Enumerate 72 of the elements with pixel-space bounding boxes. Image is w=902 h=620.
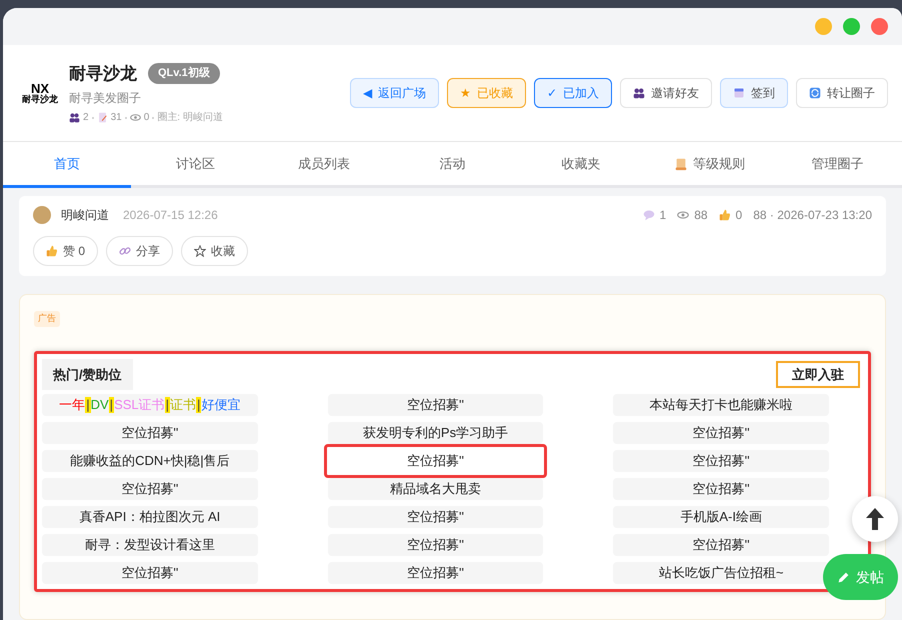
like-count: 0 (736, 207, 742, 224)
tab[interactable]: 成员列表 (260, 142, 388, 188)
sponsor-link[interactable]: 手机版A-I绘画 (613, 506, 829, 528)
refresh-icon (809, 87, 821, 99)
close-button[interactable] (871, 18, 888, 35)
sponsor-link[interactable]: 空位招募'' (613, 534, 829, 556)
tab[interactable]: 收藏夹 (516, 142, 646, 188)
header-button[interactable]: ✓ 已加入 (534, 78, 612, 108)
post-action-button[interactable]: 分享 (106, 236, 174, 266)
people-icon (633, 87, 645, 99)
post-action-button[interactable]: 赞 0 (33, 236, 98, 266)
join-button[interactable]: 立即入驻 (776, 360, 860, 388)
tab[interactable]: 活动 (388, 142, 517, 188)
header-button[interactable]: 签到 (720, 78, 788, 108)
pencil-icon (837, 570, 850, 584)
ad-tag: 广告 (34, 311, 60, 326)
tab[interactable]: 管理圈子 (774, 142, 902, 188)
sponsor-link[interactable]: 空位招募'' (328, 506, 544, 528)
circle-logo: NX 耐寻沙龙 (21, 82, 59, 104)
header-button[interactable]: 转让圈子 (796, 78, 888, 108)
tab[interactable]: 等级规则 (645, 142, 774, 188)
document-icon (96, 112, 108, 124)
sponsor-link[interactable]: 空位招募'' (613, 422, 829, 444)
sponsor-link[interactable]: 空位招募'' (42, 422, 258, 444)
view-count: 88 (694, 207, 708, 224)
header-button[interactable]: 邀请好友 (620, 78, 712, 108)
sponsor-link[interactable]: 空位招募'' (613, 450, 829, 472)
sponsor-link[interactable]: 空位招募'' (613, 478, 829, 500)
stat-count: 31 (110, 111, 122, 126)
up-arrow-icon (866, 508, 884, 530)
sponsor-link[interactable]: 空位招募'' (324, 444, 548, 478)
sponsor-link[interactable]: 空位招募'' (42, 562, 258, 584)
eye-icon (677, 209, 690, 221)
sponsor-link[interactable]: 空位招募'' (328, 534, 544, 556)
sponsor-link[interactable]: 精品域名大甩卖 (328, 478, 544, 500)
post-action-button[interactable]: 收藏 (181, 236, 248, 266)
sponsor-link[interactable]: 站长吃饭广告位招租~ (613, 562, 829, 584)
header-button[interactable]: ◀ 返回广场 (350, 78, 439, 108)
sponsor-link[interactable]: 获发明专利的Ps学习助手 (328, 422, 544, 444)
sponsor-link[interactable]: 空位招募'' (42, 478, 258, 500)
owner-label: 圈主: 明峻问道 (157, 110, 223, 126)
link-icon (119, 245, 132, 257)
stat-count: 0 (144, 111, 150, 126)
circle-name: 耐寻沙龙 (69, 62, 137, 85)
tab[interactable]: 首页 (3, 142, 132, 188)
avatar (33, 206, 51, 224)
sponsor-title: 热门/赞助位 (42, 358, 133, 390)
sponsor-link[interactable]: 空位招募'' (328, 394, 544, 416)
level-badge: QLv.1初级 (148, 63, 220, 84)
circle-subtitle: 耐寻美发圈子 (69, 90, 142, 108)
stat-count: 2 (83, 111, 89, 126)
tab[interactable]: 讨论区 (131, 142, 260, 188)
sponsor-link[interactable]: 本站每天打卡也能赚米啦 (613, 394, 829, 416)
thumbs-up-icon (46, 245, 58, 257)
star-icon (194, 245, 206, 257)
sponsor-link[interactable]: 空位招募'' (328, 562, 544, 584)
comment-count: 1 (660, 207, 666, 224)
thumbs-up-icon (718, 209, 731, 221)
post-date: 2026-07-15 12:26 (123, 207, 218, 224)
last-reply: 88 · 2026-07-23 13:20 (753, 207, 872, 224)
eye-icon (130, 112, 141, 124)
calendar-icon (733, 87, 745, 99)
sponsor-link[interactable]: 真香API：柏拉图次元 AI (42, 506, 258, 528)
scroll-icon (674, 156, 688, 170)
author-name: 明峻问道 (61, 207, 109, 224)
people-icon (69, 112, 80, 124)
sponsor-link[interactable]: 一年|DV|SSL证书|证书|好便宜 (42, 394, 258, 416)
minimize-button[interactable] (815, 18, 832, 35)
sponsor-link[interactable]: 耐寻：发型设计看这里 (42, 534, 258, 556)
comment-icon (642, 209, 654, 221)
maximize-button[interactable] (843, 18, 860, 35)
sponsor-link[interactable]: 能赚收益的CDN+快|稳|售后 (42, 450, 258, 472)
